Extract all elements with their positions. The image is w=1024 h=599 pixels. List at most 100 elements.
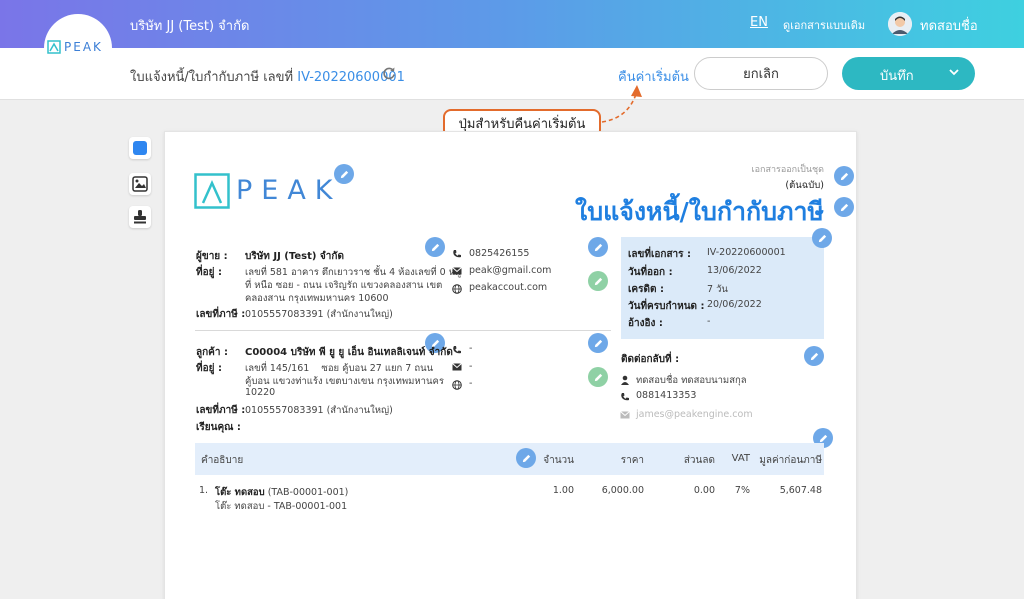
edit-copy-type-button[interactable]: [834, 166, 854, 186]
refresh-icon[interactable]: [382, 66, 396, 80]
email-icon: [620, 411, 630, 419]
color-tool[interactable]: [129, 137, 151, 159]
customer-tax-label: เลขที่ภาษี :: [196, 405, 246, 416]
doc-no-value: IV-20220600001: [707, 247, 786, 258]
old-view-link[interactable]: ดูเอกสารแบบเดิม: [783, 16, 865, 34]
email-icon: [452, 267, 462, 275]
credit-value: 7 วัน: [707, 284, 728, 295]
row-number: 1.: [199, 485, 209, 496]
column-header-amount: มูลค่าก่อนภาษี: [759, 455, 822, 466]
column-header-price: ราคา: [620, 455, 644, 466]
image-tool[interactable]: [129, 173, 151, 195]
edit-seller-button[interactable]: [425, 237, 445, 257]
peak-logo-icon: [194, 173, 230, 209]
peak-logo-icon: [47, 40, 61, 54]
save-button-label: บันทึก: [880, 69, 914, 84]
issue-date-label: วันที่ออก :: [628, 267, 673, 278]
phone-icon: [453, 346, 461, 354]
seller-name: บริษัท JJ (Test) จำกัด: [245, 251, 344, 262]
divider: [195, 330, 611, 331]
edit-contact-button[interactable]: [804, 346, 824, 366]
company-name[interactable]: บริษัท JJ (Test) จำกัด: [130, 15, 249, 36]
edit-title-button[interactable]: [834, 197, 854, 217]
document-title-text: ใบแจ้งหนี้/ใบกำกับภาษี เลขที่: [130, 70, 298, 85]
globe-icon: [452, 380, 462, 390]
column-header-description: คำอธิบาย: [201, 455, 244, 466]
item-amount: 5,607.48: [779, 485, 822, 496]
document-title-heading: ใบแจ้งหนี้/ใบกำกับภาษี: [575, 197, 824, 226]
seller-phone: 0825426155: [469, 248, 530, 259]
save-button[interactable]: บันทึก: [842, 57, 975, 90]
globe-icon: [452, 284, 462, 294]
customer-address-line3: 10220: [245, 387, 276, 398]
pencil-icon: [840, 203, 848, 211]
item-quantity: 1.00: [552, 485, 574, 496]
item-discount: 0.00: [693, 485, 715, 496]
email-icon: [452, 363, 462, 371]
seller-address-line3: คลองสาน กรุงเทพมหานคร 10600: [245, 293, 389, 304]
pencil-icon: [594, 277, 602, 285]
reference-value: -: [707, 316, 711, 327]
issue-date-value: 13/06/2022: [707, 265, 762, 276]
edit-customer-contact-button[interactable]: [588, 333, 608, 353]
column-header-quantity: จำนวน: [543, 455, 574, 466]
image-icon: [132, 176, 148, 192]
seller-address-label: ที่อยู่ :: [196, 267, 222, 278]
pencil-icon: [840, 172, 848, 180]
seller-email: peak@gmail.com: [469, 265, 552, 276]
due-date-value: 20/06/2022: [707, 299, 762, 310]
item-code: (TAB-00001-001): [267, 487, 349, 498]
color-swatch-icon: [133, 141, 147, 155]
toggle-customer-contact-button[interactable]: [588, 367, 608, 387]
seller-tax-label: เลขที่ภาษี :: [196, 309, 246, 320]
pencil-icon: [810, 352, 818, 360]
edit-seller-contact-button[interactable]: [588, 237, 608, 257]
customer-website: -: [469, 378, 473, 389]
app-logo[interactable]: PEAK: [47, 40, 103, 54]
attention-label: เรียนคุณ :: [196, 422, 241, 433]
pencil-icon: [594, 339, 602, 347]
item-vat: 7%: [734, 485, 750, 496]
logo-wordmark: PEAK: [64, 40, 103, 54]
contact-phone: 0881413353: [636, 390, 697, 401]
seller-tax-id: 0105557083391 (สำนักงานใหญ่): [245, 309, 393, 320]
person-icon: [621, 375, 629, 385]
column-header-vat: VAT: [731, 453, 750, 464]
avatar[interactable]: [888, 12, 912, 36]
phone-icon: [453, 250, 461, 258]
phone-icon: [621, 393, 629, 401]
chevron-down-icon[interactable]: [948, 66, 960, 78]
customer-tax-id: 0105557083391 (สำนักงานใหญ่): [245, 405, 393, 416]
language-switch[interactable]: EN: [750, 15, 768, 30]
doc-no-label: เลขที่เอกสาร :: [628, 249, 692, 260]
user-avatar-icon: [888, 12, 912, 36]
credit-label: เครดิต :: [628, 284, 664, 295]
stamp-tool[interactable]: [129, 206, 151, 228]
contact-name: ทดสอบชื่อ ทดสอบนามสกุล: [636, 375, 747, 386]
toggle-seller-contact-button[interactable]: [588, 271, 608, 291]
contact-email: james@peakengine.com: [636, 409, 753, 420]
due-date-label: วันที่ครบกำหนด :: [628, 301, 705, 312]
pencil-icon: [819, 434, 827, 442]
customer-name: C00004 บริษัท พี ยู ยู เอ็น อินเทลลิเจนท…: [245, 347, 453, 358]
pencil-icon: [594, 373, 602, 381]
customer-label: ลูกค้า :: [196, 347, 228, 358]
edit-logo-button[interactable]: [334, 164, 354, 184]
customer-phone: -: [469, 343, 473, 354]
copy-type-original: (ต้นฉบับ): [785, 180, 824, 191]
seller-label: ผู้ขาย :: [196, 251, 228, 262]
pencil-icon: [431, 243, 439, 251]
username[interactable]: ทดสอบชื่อ: [920, 15, 978, 36]
pencil-icon: [818, 234, 826, 242]
item-description: โต๊ะ ทดสอบ - TAB-00001-001: [215, 501, 348, 512]
callout-arrow-icon: [601, 85, 642, 123]
customer-address-label: ที่อยู่ :: [196, 363, 222, 374]
logo-wordmark: PEAK: [236, 175, 342, 206]
pencil-icon: [340, 170, 348, 178]
column-header-discount: ส่วนลด: [683, 455, 715, 466]
cancel-button[interactable]: ยกเลิก: [694, 57, 828, 90]
item-price: 6,000.00: [601, 485, 644, 496]
edit-info-button[interactable]: [812, 228, 832, 248]
customer-email: -: [469, 361, 473, 372]
contact-label: ติดต่อกลับที่ :: [621, 354, 680, 365]
